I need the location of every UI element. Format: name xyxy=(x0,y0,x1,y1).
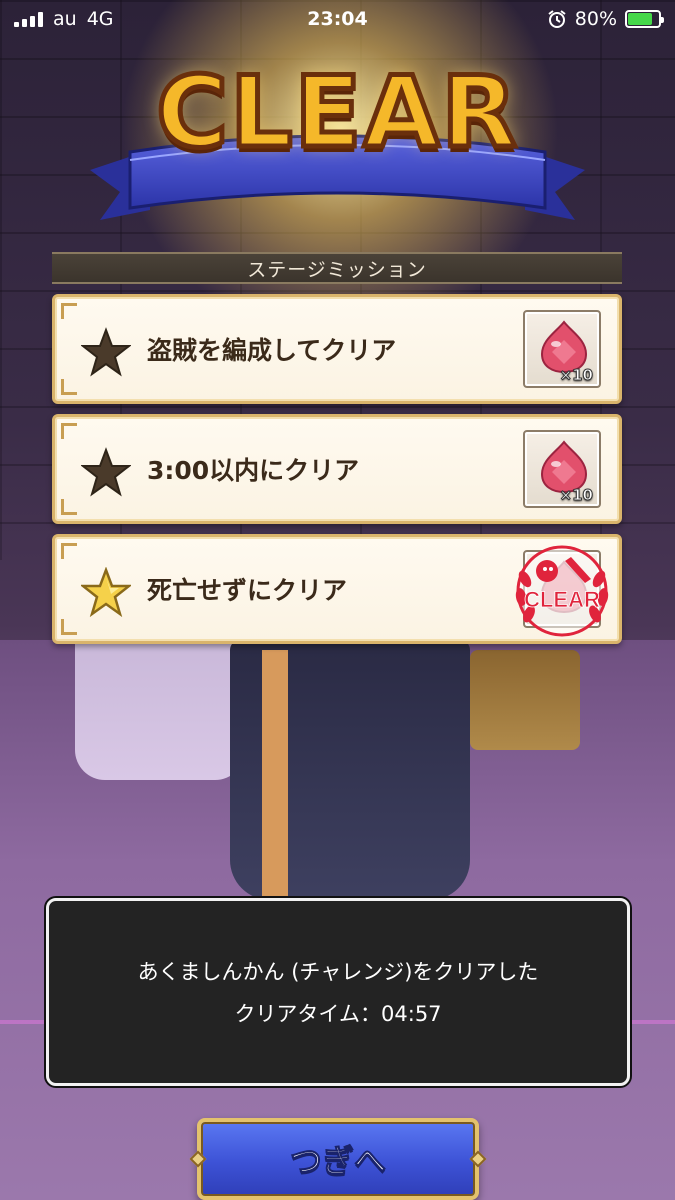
clear-stamp-icon: CLEAR xyxy=(515,545,609,637)
mission-card-1: 盗賊を編成してクリア ×10 xyxy=(52,294,622,404)
network-type: 4G xyxy=(86,8,114,30)
party-member-mage xyxy=(75,640,245,780)
card-corner-ornament xyxy=(61,379,77,395)
reward-slot[interactable]: ×10 xyxy=(523,430,601,508)
alarm-clock-icon xyxy=(548,10,566,28)
reward-quantity: ×10 xyxy=(559,486,593,505)
next-button[interactable]: つぎへ xyxy=(189,1118,487,1200)
carrier-label: au xyxy=(53,8,77,30)
stamp-label: CLEAR xyxy=(524,587,600,612)
mission-card-2: 3:00以内にクリア ×10 xyxy=(52,414,622,524)
result-dialog: あくましんかん (チャレンジ)をクリアした クリアタイム：04:57 xyxy=(46,898,630,1086)
stage-mission-header: ステージミッション xyxy=(52,252,622,284)
party-member-warrior xyxy=(470,650,580,750)
mission-text: 死亡せずにクリア xyxy=(147,576,348,605)
status-bar: au 4G 23:04 80% xyxy=(0,0,675,38)
star-gold-icon xyxy=(81,567,131,617)
battery-icon xyxy=(625,10,664,28)
card-corner-ornament xyxy=(61,619,77,635)
clear-time: クリアタイム：04:57 xyxy=(234,1002,442,1026)
card-corner-ornament xyxy=(61,423,77,439)
battery-percent: 80% xyxy=(574,8,617,30)
next-button-label: つぎへ xyxy=(289,1142,386,1181)
signal-strength-icon xyxy=(14,11,43,27)
card-corner-ornament xyxy=(61,543,77,559)
status-right: 80% xyxy=(547,8,664,30)
star-dark-icon xyxy=(81,327,131,377)
robe-stripe xyxy=(262,650,288,900)
mission-card-3: 死亡せずにクリア CLEAR xyxy=(52,534,622,644)
battery-fill xyxy=(628,13,652,25)
reward-quantity: ×10 xyxy=(559,366,593,385)
clear-title: CLEAR xyxy=(154,54,520,173)
card-corner-ornament xyxy=(61,499,77,515)
status-left: au 4G xyxy=(14,8,114,30)
reward-slot[interactable]: ×10 xyxy=(523,310,601,388)
mission-text: 盗賊を編成してクリア xyxy=(147,336,397,365)
card-corner-ornament xyxy=(61,303,77,319)
star-dark-icon xyxy=(81,447,131,497)
result-message: あくましんかん (チャレンジ)をクリアした xyxy=(137,960,539,984)
mission-text: 3:00以内にクリア xyxy=(147,456,360,485)
